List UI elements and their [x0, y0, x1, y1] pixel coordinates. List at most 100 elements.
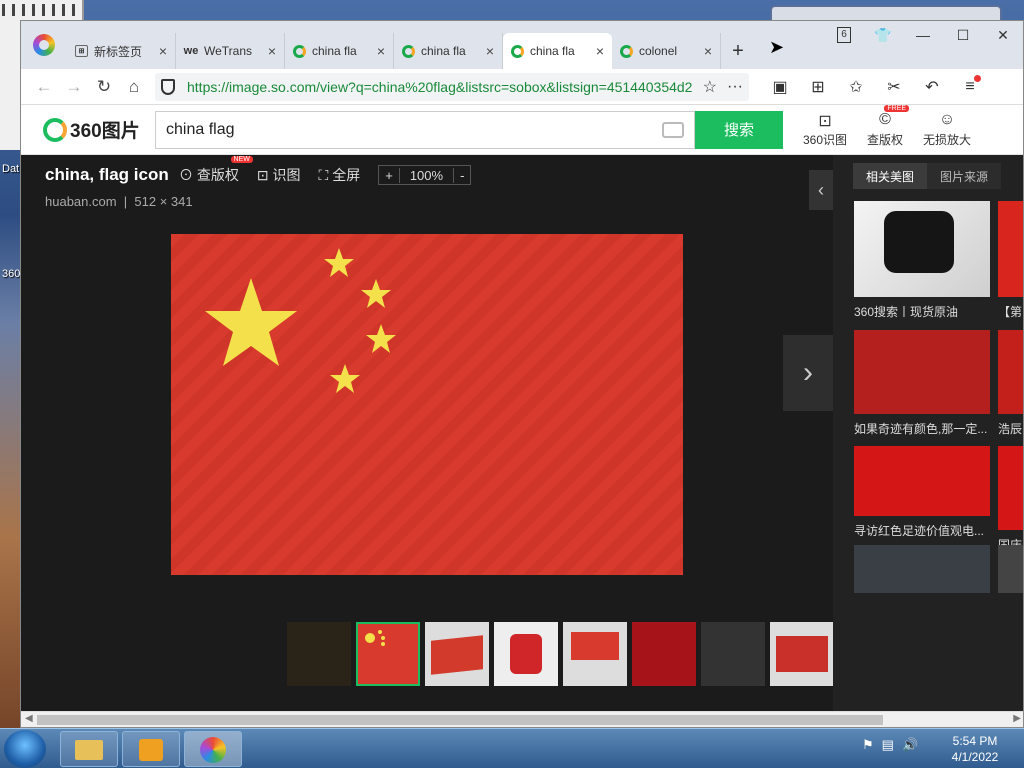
thumbnail[interactable] [632, 622, 696, 686]
related-card[interactable] [854, 545, 990, 593]
camera-search-icon[interactable] [662, 121, 684, 138]
bookmark-star-icon[interactable]: ☆ [703, 77, 717, 97]
thumbnail[interactable] [563, 622, 627, 686]
thumbnail-selected[interactable] [356, 622, 420, 686]
tab-3[interactable]: china fla × [394, 33, 503, 69]
thumbnail[interactable] [770, 622, 834, 686]
thumbnail[interactable] [494, 622, 558, 686]
forward-button[interactable]: → [59, 72, 89, 102]
maximize-button[interactable]: ☐ [943, 27, 983, 44]
close-tab-icon[interactable]: × [159, 43, 167, 59]
tab-1[interactable]: we WeTrans × [176, 33, 285, 69]
zoom-in-button[interactable]: + [379, 168, 399, 183]
browser-menu-logo[interactable] [21, 21, 67, 69]
taskbar-explorer[interactable] [60, 731, 118, 767]
apps-grid-icon[interactable]: ⊞ [799, 77, 837, 97]
related-card[interactable]: 【第 [998, 201, 1023, 320]
tool-label: 无损放大 [923, 133, 972, 147]
taskbar-360-browser[interactable] [184, 731, 242, 767]
related-card[interactable]: 浩辰 [998, 330, 1023, 437]
zoom-out-button[interactable]: - [454, 168, 470, 183]
thumbnail[interactable] [425, 622, 489, 686]
horizontal-scrollbar[interactable]: ◀ ▶ [21, 711, 1023, 727]
copyright-check-button[interactable]: ⊙ 查版权 NEW [179, 156, 253, 185]
next-image-button[interactable]: › [783, 335, 833, 411]
fullscreen-button[interactable]: ⛶ 全屏 [319, 165, 361, 185]
upscale-icon: ☺ [938, 111, 956, 128]
notebook-spiral [2, 4, 82, 16]
related-card[interactable]: 寻访红色足迹价值观电... [854, 446, 990, 539]
minimize-button[interactable]: — [903, 27, 943, 43]
image-source[interactable]: huaban.com [45, 194, 117, 209]
tab-4-active[interactable]: china fla × [503, 33, 612, 69]
scroll-right-arrow-icon[interactable]: ▶ [1013, 713, 1021, 724]
navigation-bar: ← → ↻ ⌂ https://image.so.com/view?q=chin… [21, 69, 1023, 105]
security-shield-icon[interactable] [161, 78, 175, 95]
close-tab-icon[interactable]: × [377, 43, 385, 59]
address-bar[interactable]: https://image.so.com/view?q=china%20flag… [155, 72, 749, 101]
upscale-tool[interactable]: ☺ 无损放大 [923, 111, 971, 148]
thumbnail[interactable] [701, 622, 765, 686]
screenshot-scissors-icon[interactable]: ✂ [875, 77, 913, 97]
shirt-skin-icon[interactable]: 👕 [863, 27, 903, 44]
back-button[interactable]: ← [29, 72, 59, 102]
close-tab-icon[interactable]: × [704, 43, 712, 59]
related-card[interactable] [998, 545, 1023, 593]
identify-label: 识图 [272, 167, 301, 183]
close-tab-icon[interactable]: × [486, 43, 494, 59]
related-image [998, 330, 1023, 414]
image-recognition-tool[interactable]: ⊡ 360识图 [803, 111, 847, 148]
browser-window: ⊞ 新标签页 × we WeTrans × china fla × china fla × … [20, 20, 1024, 728]
close-tab-icon[interactable]: × [596, 43, 604, 59]
undo-icon[interactable]: ↶ [913, 77, 951, 97]
site-logo[interactable]: 360图片 [43, 116, 155, 143]
taskbar-media-player[interactable] [122, 731, 180, 767]
related-card[interactable]: 如果奇迹有颜色,那一定... [854, 330, 990, 437]
security-alert-icon[interactable]: ⚑ [862, 737, 874, 753]
tab-count-badge[interactable]: 6 [837, 27, 851, 43]
start-button[interactable] [4, 730, 46, 768]
main-menu-icon[interactable]: ≡ [951, 74, 989, 96]
tab-related-images[interactable]: 相关美图 [853, 163, 927, 189]
tab-5[interactable]: colonel × [612, 33, 721, 69]
search-button[interactable]: 搜索 [695, 110, 783, 149]
reading-mode-icon[interactable]: ▣ [761, 77, 799, 97]
tab-image-source[interactable]: 图片来源 [927, 163, 1001, 189]
media-player-icon [139, 739, 163, 761]
tab-2[interactable]: china fla × [285, 33, 394, 69]
related-image [998, 446, 1023, 530]
close-window-button[interactable]: ✕ [983, 27, 1023, 44]
desktop-icon-label[interactable]: Dat [2, 163, 19, 175]
more-dots-icon[interactable]: ··· [727, 78, 743, 96]
related-card[interactable]: 国庆 [998, 446, 1023, 553]
scroll-left-arrow-icon[interactable]: ◀ [25, 713, 33, 724]
collapse-sidebar-button[interactable]: ‹ [809, 170, 833, 210]
newtab-icon: ⊞ [75, 45, 88, 57]
related-card[interactable]: 360搜索丨现货原油 [854, 201, 990, 320]
new-badge: NEW [230, 156, 253, 163]
desktop-icon-label[interactable]: 360 [2, 268, 20, 280]
home-button[interactable]: ⌂ [119, 72, 149, 102]
thumbnail[interactable] [287, 622, 351, 686]
network-icon[interactable]: ▤ [882, 737, 894, 753]
url-text[interactable]: https://image.so.com/view?q=china%20flag… [187, 79, 693, 95]
close-tab-icon[interactable]: × [268, 43, 276, 59]
search-input[interactable] [166, 120, 662, 139]
favorites-icon[interactable]: ✩ [837, 77, 875, 97]
scrollbar-thumb[interactable] [37, 715, 883, 725]
related-caption: 【第 [998, 305, 1023, 319]
main-image-china-flag[interactable] [171, 234, 683, 575]
new-tab-button[interactable]: + [721, 33, 755, 69]
sidebar-tabs: 相关美图 图片来源 [853, 163, 1001, 189]
reload-button[interactable]: ↻ [89, 72, 119, 102]
volume-icon[interactable]: 🔊 [902, 737, 918, 753]
star-dot [381, 636, 385, 640]
image-title: china, flag icon [45, 165, 169, 184]
clock-date: 4/1/2022 [951, 750, 999, 764]
copyright-check-tool[interactable]: FREE © 查版权 [867, 105, 910, 148]
360-image-icon [511, 44, 524, 58]
related-caption: 浩辰 [998, 422, 1023, 436]
system-clock[interactable]: 5:54 PM 4/1/2022 [940, 733, 1010, 765]
identify-image-button[interactable]: ⊡ 识图 [257, 165, 301, 185]
tab-0[interactable]: ⊞ 新标签页 × [67, 33, 176, 69]
